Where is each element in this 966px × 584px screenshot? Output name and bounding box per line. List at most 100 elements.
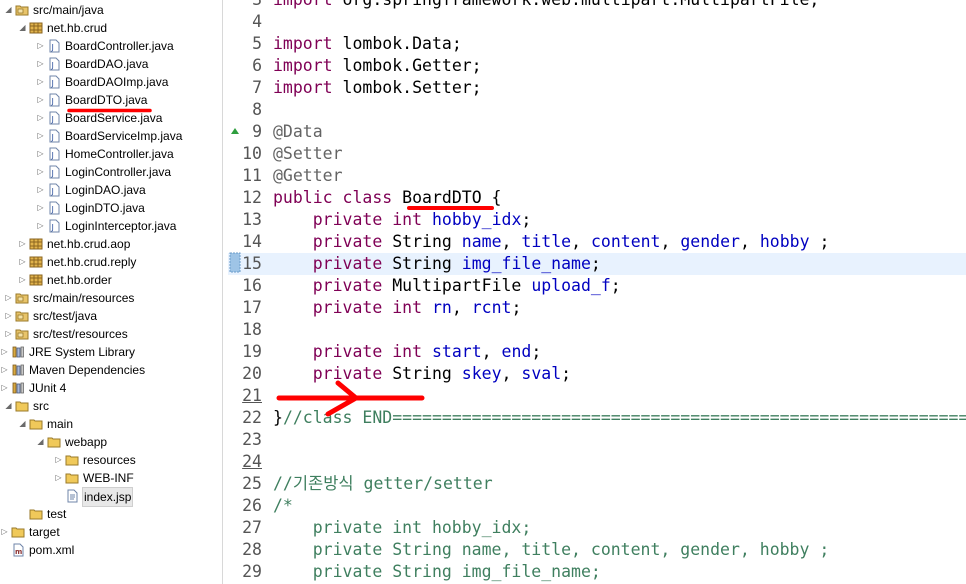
collapse-arrow-icon[interactable]: ▷	[18, 253, 27, 271]
collapse-arrow-icon[interactable]: ▷	[36, 127, 45, 145]
collapse-arrow-icon[interactable]: ▷	[36, 163, 45, 181]
code-text: @Data	[273, 122, 323, 141]
tree-item[interactable]: ▷ J LoginController.java	[0, 163, 222, 181]
code-text: import lombok.Data;	[273, 34, 462, 53]
code-editor[interactable]: 3import org.springframework.web.multipar…	[228, 0, 966, 584]
svg-text:J: J	[51, 97, 54, 106]
collapse-arrow-icon[interactable]: ▷	[0, 361, 9, 379]
tree-item[interactable]: ▷ src/test/resources	[0, 325, 222, 343]
tree-item[interactable]: ▷ resources	[0, 451, 222, 469]
expand-arrow-icon[interactable]: ◢	[36, 433, 45, 451]
tree-item[interactable]: ▷ WEB-INF	[0, 469, 222, 487]
expand-arrow-icon[interactable]: ◢	[18, 415, 27, 433]
code-line[interactable]: 23	[228, 429, 966, 451]
collapse-arrow-icon[interactable]: ▷	[36, 109, 45, 127]
tree-item[interactable]: ▷ target	[0, 523, 222, 541]
tree-item[interactable]: ◢ main	[0, 415, 222, 433]
tree-item[interactable]: ◢ src	[0, 397, 222, 415]
tree-item[interactable]: ▷ net.hb.order	[0, 271, 222, 289]
tree-item[interactable]: ▷ src/main/resources	[0, 289, 222, 307]
collapse-arrow-icon[interactable]: ▷	[0, 523, 9, 541]
tree-item[interactable]: ▷ J BoardDAOImp.java	[0, 73, 222, 91]
collapse-arrow-icon[interactable]: ▷	[36, 55, 45, 73]
expand-arrow-icon[interactable]: ◢	[18, 19, 27, 37]
code-line[interactable]: 8	[228, 99, 966, 121]
code-line[interactable]: 24	[228, 451, 966, 473]
code-line[interactable]: 27 private int hobby_idx;	[228, 517, 966, 539]
collapse-arrow-icon[interactable]: ▷	[18, 235, 27, 253]
collapse-arrow-icon[interactable]: ▷	[54, 451, 63, 469]
code-line[interactable]: 13 private int hobby_idx;	[228, 209, 966, 231]
code-line[interactable]: 15 private String img_file_name;	[228, 253, 966, 275]
code-line[interactable]: 3import org.springframework.web.multipar…	[228, 0, 966, 11]
tree-item[interactable]: ▷ net.hb.crud.reply	[0, 253, 222, 271]
svg-text:J: J	[51, 205, 54, 214]
tree-item[interactable]: ▷ J LoginInterceptor.java	[0, 217, 222, 235]
tree-item-label: LoginDAO.java	[65, 183, 146, 197]
collapse-arrow-icon[interactable]: ▷	[0, 379, 9, 397]
tree-item[interactable]: ▷ JUnit 4	[0, 379, 222, 397]
collapse-arrow-icon[interactable]: ▷	[0, 343, 9, 361]
tree-item[interactable]: ▷ J LoginDTO.java	[0, 199, 222, 217]
code-line[interactable]: 17 private int rn, rcnt;	[228, 297, 966, 319]
java-file-icon: J	[47, 93, 61, 107]
code-line[interactable]: 26/*	[228, 495, 966, 517]
tree-item[interactable]: ▷ J BoardDAO.java	[0, 55, 222, 73]
tree-item[interactable]: ◢ webapp	[0, 433, 222, 451]
tree-item[interactable]: m pom.xml	[0, 541, 222, 559]
code-line[interactable]: 9 @Data	[228, 121, 966, 143]
expand-arrow-icon[interactable]: ◢	[4, 1, 13, 19]
collapse-arrow-icon[interactable]: ▷	[36, 217, 45, 235]
code-line[interactable]: 5 import lombok.Data;	[228, 33, 966, 55]
tree-item[interactable]: ▷ src/test/java	[0, 307, 222, 325]
code-line[interactable]: 7 import lombok.Setter;	[228, 77, 966, 99]
code-line[interactable]: 19 private int start, end;	[228, 341, 966, 363]
collapse-arrow-icon[interactable]: ▷	[18, 271, 27, 289]
collapse-arrow-icon[interactable]: ▷	[54, 469, 63, 487]
tree-item[interactable]: ◢ src/main/java	[0, 1, 222, 19]
code-line[interactable]: 11 @Getter	[228, 165, 966, 187]
tree-item[interactable]: index.jsp	[0, 487, 222, 507]
collapse-arrow-icon[interactable]: ▷	[36, 199, 45, 217]
tree-item[interactable]: ◢ net.hb.crud	[0, 19, 222, 37]
tree-item[interactable]: ▷ Maven Dependencies	[0, 361, 222, 379]
tree-item[interactable]: ▷ net.hb.crud.aop	[0, 235, 222, 253]
tree-item[interactable]: ▷ J HomeController.java	[0, 145, 222, 163]
tree-item-label: src	[33, 399, 49, 413]
code-line[interactable]: 22}//class END==========================…	[228, 407, 966, 429]
code-line[interactable]: 12 public class BoardDTO {	[228, 187, 966, 209]
code-line[interactable]: 6 import lombok.Getter;	[228, 55, 966, 77]
tree-item[interactable]: ▷ J BoardDTO.java	[0, 91, 222, 109]
code-text: private int start, end;	[312, 342, 542, 361]
expand-arrow-icon[interactable]: ◢	[4, 397, 13, 415]
tree-item[interactable]: test	[0, 505, 222, 523]
editor-gutter-markers	[229, 128, 241, 273]
tree-item[interactable]: ▷ J LoginDAO.java	[0, 181, 222, 199]
code-line[interactable]: 10 @Setter	[228, 143, 966, 165]
collapse-arrow-icon[interactable]: ▷	[4, 325, 13, 343]
collapse-arrow-icon[interactable]: ▷	[36, 145, 45, 163]
code-line[interactable]: 28 private String name, title, content, …	[228, 539, 966, 561]
tree-item[interactable]: ▷ J BoardController.java	[0, 37, 222, 55]
collapse-arrow-icon[interactable]: ▷	[36, 181, 45, 199]
collapse-arrow-icon[interactable]: ▷	[4, 289, 13, 307]
code-line[interactable]: 20 private String skey, sval;	[228, 363, 966, 385]
code-line[interactable]: 29 private String img_file_name;	[228, 561, 966, 583]
code-line[interactable]: 18	[228, 319, 966, 341]
tree-item[interactable]: ▷ JRE System Library	[0, 343, 222, 361]
svg-text:J: J	[51, 115, 54, 124]
collapse-arrow-icon[interactable]: ▷	[36, 73, 45, 91]
collapse-arrow-icon[interactable]: ▷	[4, 307, 13, 325]
tree-item[interactable]: ▷ J BoardService.java	[0, 109, 222, 127]
code-line[interactable]: 4	[228, 11, 966, 33]
tree-item-label: BoardDTO.java	[65, 93, 148, 107]
code-line[interactable]: 14 private String name, title, content, …	[228, 231, 966, 253]
collapse-arrow-icon[interactable]: ▷	[36, 91, 45, 109]
code-line[interactable]: 25//기존방식 getter/setter	[228, 473, 966, 495]
code-line[interactable]: 21	[228, 385, 966, 407]
tree-item-label: src/main/resources	[33, 291, 135, 305]
code-line[interactable]: 16 private MultipartFile upload_f;	[228, 275, 966, 297]
tree-item[interactable]: ▷ J BoardServiceImp.java	[0, 127, 222, 145]
collapse-arrow-icon[interactable]: ▷	[36, 37, 45, 55]
java-file-icon: J	[47, 147, 61, 161]
